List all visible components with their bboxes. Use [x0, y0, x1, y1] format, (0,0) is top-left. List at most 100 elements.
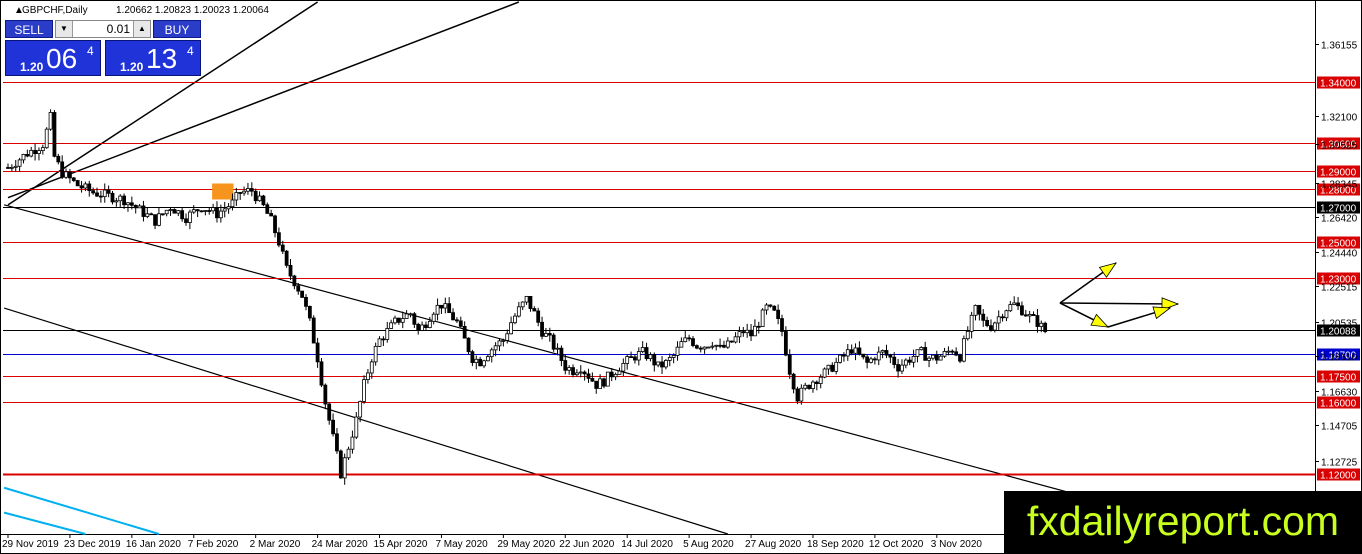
candle-body: [907, 359, 912, 363]
candle-body: [381, 338, 386, 341]
candle-body: [296, 285, 301, 292]
y-tick-label: 1.26420: [1321, 214, 1358, 225]
candle-body: [942, 351, 947, 357]
candle-body: [466, 337, 471, 353]
candle-body: [791, 373, 796, 390]
candle-body: [969, 314, 974, 332]
forecast-arrow-flat-shaft: [1059, 302, 1179, 305]
x-tick-label: 14 Jul 2020: [621, 539, 673, 550]
candle-body: [385, 328, 390, 340]
candle-body: [424, 324, 428, 329]
candle-body: [265, 204, 270, 214]
sell-button[interactable]: SELL: [5, 20, 53, 38]
candle-body: [83, 183, 88, 189]
candle-body: [513, 315, 517, 324]
candle-body: [482, 360, 486, 367]
candle-body: [327, 403, 332, 421]
chart-border: [0, 0, 1362, 554]
lot-size-value[interactable]: 0.01: [74, 21, 132, 37]
candle-body: [211, 207, 216, 212]
ask-price-box[interactable]: 1.20 13 4: [105, 40, 201, 76]
candle-body: [114, 200, 119, 203]
candle-body: [776, 309, 781, 319]
candle-body: [33, 149, 37, 154]
candle-body: [900, 364, 904, 372]
level-label: 1.17500: [1320, 373, 1357, 384]
candle-body: [594, 380, 599, 389]
x-tick-label: 23 Dec 2019: [64, 539, 121, 550]
candle-body: [718, 344, 722, 347]
candle-body: [129, 202, 134, 206]
candle-body: [892, 356, 897, 365]
candle-body: [389, 322, 394, 329]
candle-body: [331, 419, 335, 435]
candle-body: [664, 360, 668, 368]
candle-body: [195, 209, 200, 212]
forecast-arrow-up-head: [1098, 262, 1117, 278]
candle-body: [536, 310, 541, 323]
level-label: 1.12000: [1320, 471, 1357, 482]
candle-body: [48, 112, 53, 130]
candle-body: [826, 364, 831, 370]
candle-body: [710, 345, 715, 348]
x-tick-label: 7 May 2020: [435, 539, 488, 550]
candle-body: [814, 381, 819, 385]
candle-body: [547, 333, 552, 336]
candle-body: [164, 209, 169, 215]
lot-size-field[interactable]: ▼ 0.01 ▲: [55, 20, 151, 38]
candle-body: [102, 189, 107, 198]
candle-body: [149, 213, 154, 216]
candle-body: [56, 155, 61, 163]
x-tick-label: 2 Mar 2020: [250, 539, 301, 550]
candle-body: [153, 214, 157, 226]
candle-body: [242, 190, 246, 194]
candle-body: [617, 370, 622, 375]
candle-body: [288, 264, 293, 277]
x-tick-label: 24 Mar 2020: [312, 539, 369, 550]
candle-body: [733, 336, 738, 343]
candle-body: [845, 349, 850, 357]
candle-body: [462, 325, 467, 339]
x-tick-label: 29 May 2020: [497, 539, 555, 550]
candle-body: [137, 205, 142, 209]
candle-body: [853, 347, 858, 354]
candle-body: [396, 317, 401, 323]
candle-body: [985, 319, 990, 327]
candle-body: [44, 128, 49, 149]
candle-body: [60, 161, 65, 178]
candle-body: [191, 209, 196, 213]
x-tick-label: 12 Oct 2020: [869, 539, 924, 550]
candle-body: [335, 433, 339, 452]
y-tick-label: 1.32100: [1321, 113, 1358, 124]
candle-body: [350, 436, 355, 450]
lot-increase-icon[interactable]: ▲: [133, 21, 150, 37]
buy-button[interactable]: BUY: [153, 20, 201, 38]
candle-body: [199, 210, 204, 213]
candle-body: [9, 166, 14, 169]
candle-body: [872, 358, 877, 361]
candle-body: [598, 378, 603, 389]
candle-body: [95, 192, 99, 197]
candle-body: [246, 188, 250, 192]
price-chart[interactable]: 1.340001.306001.290001.280001.270001.250…: [0, 0, 1362, 554]
candle-body: [830, 364, 835, 372]
lot-decrease-icon[interactable]: ▼: [56, 21, 73, 37]
candle-body: [799, 387, 804, 402]
candle-body: [741, 331, 746, 334]
bid-price-box[interactable]: 1.20 06 4: [5, 40, 101, 76]
candle-body: [950, 350, 955, 353]
candle-body: [923, 347, 928, 361]
candle-body: [1000, 316, 1005, 319]
candle-body: [714, 344, 719, 347]
candle-body: [68, 171, 72, 179]
x-tick-label: 16 Jan 2020: [126, 539, 181, 550]
candle-body: [157, 213, 161, 226]
candle-body: [516, 306, 521, 317]
candle-body: [1035, 315, 1040, 327]
candle-body: [884, 350, 889, 356]
level-label: 1.16000: [1320, 399, 1357, 410]
ask-price-pips: 13: [146, 43, 178, 74]
candle-body: [865, 356, 870, 363]
candle-body: [656, 361, 661, 366]
candle-body: [1008, 304, 1013, 312]
